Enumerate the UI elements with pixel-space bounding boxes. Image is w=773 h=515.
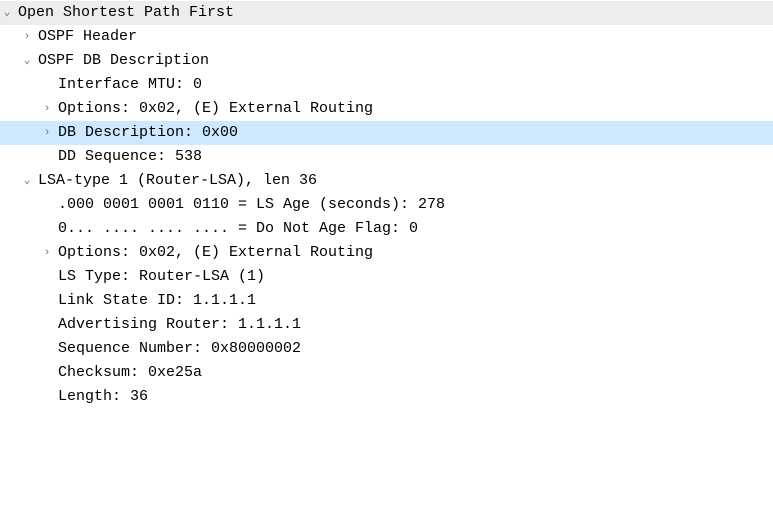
tree-label: LSA-type 1 (Router-LSA), len 36 (34, 169, 317, 193)
field-text: Advertising Router: 1.1.1.1 (54, 313, 301, 337)
spacer-icon: · (40, 272, 54, 283)
tree-label: OSPF DB Description (34, 49, 209, 73)
field-text: LS Type: Router-LSA (1) (54, 265, 265, 289)
chevron-right-icon[interactable]: › (40, 128, 54, 139)
tree-label: OSPF Header (34, 25, 137, 49)
chevron-down-icon[interactable]: ⌄ (20, 176, 34, 187)
chevron-right-icon[interactable]: › (20, 32, 34, 43)
field-text: Length: 36 (54, 385, 148, 409)
tree-item-ospf-header[interactable]: › OSPF Header (0, 25, 773, 49)
chevron-right-icon[interactable]: › (40, 248, 54, 259)
spacer-icon: · (40, 296, 54, 307)
field-text: Options: 0x02, (E) External Routing (54, 97, 373, 121)
field-text: Interface MTU: 0 (54, 73, 202, 97)
spacer-icon: · (40, 224, 54, 235)
chevron-right-icon[interactable]: › (40, 104, 54, 115)
spacer-icon: · (40, 320, 54, 331)
field-ls-age[interactable]: · .000 0001 0001 0110 = LS Age (seconds)… (0, 193, 773, 217)
field-text: Checksum: 0xe25a (54, 361, 202, 385)
field-text: DD Sequence: 538 (54, 145, 202, 169)
field-options-lsa[interactable]: › Options: 0x02, (E) External Routing (0, 241, 773, 265)
field-length[interactable]: · Length: 36 (0, 385, 773, 409)
field-dd-sequence[interactable]: · DD Sequence: 538 (0, 145, 773, 169)
tree-item-db-description[interactable]: ⌄ OSPF DB Description (0, 49, 773, 73)
field-db-description[interactable]: › DB Description: 0x00 (0, 121, 773, 145)
field-do-not-age[interactable]: · 0... .... .... .... = Do Not Age Flag:… (0, 217, 773, 241)
field-options-dbd[interactable]: › Options: 0x02, (E) External Routing (0, 97, 773, 121)
field-ls-type[interactable]: · LS Type: Router-LSA (1) (0, 265, 773, 289)
spacer-icon: · (40, 80, 54, 91)
field-link-state-id[interactable]: · Link State ID: 1.1.1.1 (0, 289, 773, 313)
field-interface-mtu[interactable]: · Interface MTU: 0 (0, 73, 773, 97)
field-text: 0... .... .... .... = Do Not Age Flag: 0 (54, 217, 418, 241)
field-sequence-number[interactable]: · Sequence Number: 0x80000002 (0, 337, 773, 361)
spacer-icon: · (40, 368, 54, 379)
field-text: DB Description: 0x00 (54, 121, 238, 145)
tree-item-lsa-type-1[interactable]: ⌄ LSA-type 1 (Router-LSA), len 36 (0, 169, 773, 193)
spacer-icon: · (40, 200, 54, 211)
field-advertising-router[interactable]: · Advertising Router: 1.1.1.1 (0, 313, 773, 337)
field-text: Options: 0x02, (E) External Routing (54, 241, 373, 265)
field-checksum[interactable]: · Checksum: 0xe25a (0, 361, 773, 385)
field-text: Link State ID: 1.1.1.1 (54, 289, 256, 313)
tree-root-ospf[interactable]: ⌄ Open Shortest Path First (0, 1, 773, 25)
chevron-down-icon[interactable]: ⌄ (0, 8, 14, 19)
field-text: Sequence Number: 0x80000002 (54, 337, 301, 361)
spacer-icon: · (40, 392, 54, 403)
field-text: .000 0001 0001 0110 = LS Age (seconds): … (54, 193, 445, 217)
spacer-icon: · (40, 344, 54, 355)
spacer-icon: · (40, 152, 54, 163)
chevron-down-icon[interactable]: ⌄ (20, 56, 34, 67)
tree-label: Open Shortest Path First (14, 1, 234, 25)
